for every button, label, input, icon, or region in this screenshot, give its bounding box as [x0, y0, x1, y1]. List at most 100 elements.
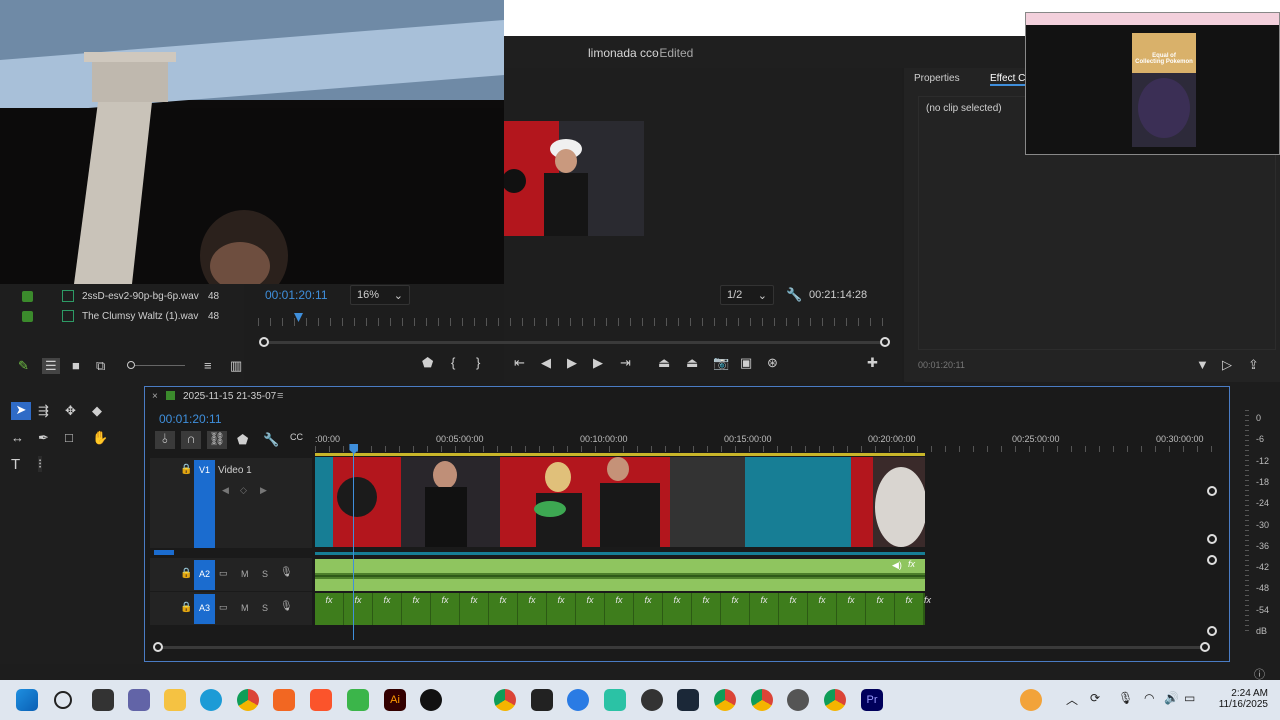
source-patch-v1[interactable] [154, 550, 174, 555]
list-view-icon[interactable]: ☰ [42, 358, 60, 374]
vertical-scroll-handle[interactable] [1207, 486, 1217, 496]
mute-button-a2[interactable]: M [241, 569, 249, 579]
chrome-icon[interactable] [237, 689, 259, 711]
linked-selection-icon[interactable]: ⛓ [207, 431, 227, 449]
bin-item[interactable]: The Clumsy Waltz (1).wav 48 [18, 308, 238, 326]
zoom-slider-handle[interactable] [127, 361, 135, 369]
sync-icon[interactable]: ⟳ [1090, 691, 1100, 705]
timeline-settings-wrench-icon[interactable]: 🔧 [263, 432, 279, 448]
battery-icon[interactable]: ▭ [1184, 691, 1195, 705]
edge-icon[interactable] [200, 689, 222, 711]
steam-icon[interactable] [677, 689, 699, 711]
mute-button-a3[interactable]: M [241, 603, 249, 613]
razor-tool-icon[interactable]: ◆ [92, 403, 102, 419]
file-explorer-icon[interactable] [164, 689, 186, 711]
microphone-icon[interactable]: 🎙 [280, 567, 293, 578]
video-clip[interactable] [745, 457, 851, 547]
audio-clip-a3[interactable]: fx [402, 593, 431, 625]
audio-clip-a3[interactable]: fx [460, 593, 489, 625]
timeline-marker-icon[interactable]: ⬟ [237, 432, 248, 448]
icon-view-icon[interactable]: ■ [72, 358, 80, 373]
lift-icon[interactable]: ⏏ [658, 355, 670, 371]
prev-keyframe-icon[interactable]: ◀ [222, 485, 229, 496]
audio-clip-a3[interactable]: fx [779, 593, 808, 625]
solo-button-a2[interactable]: S [262, 569, 268, 579]
obs-icon[interactable] [641, 689, 663, 711]
pen-tool-icon[interactable]: ✒ [38, 430, 49, 446]
caption-tool-icon[interactable]: ⁝ [38, 456, 43, 472]
zoom-slider-track[interactable] [135, 365, 185, 366]
app-icon-triangle[interactable] [531, 689, 553, 711]
label-color-swatch[interactable] [22, 291, 33, 302]
go-to-out-icon[interactable]: ⇥ [620, 355, 631, 371]
sequence-tab-name[interactable]: 2025-11-15 21-35-07 [183, 391, 276, 402]
chrome-profile-icon[interactable] [824, 689, 846, 711]
snap-magnet-icon[interactable]: ∩ [181, 431, 201, 449]
windows-start-icon[interactable] [16, 689, 38, 711]
pip-window[interactable]: Equal of Collecting Pokemon [1025, 12, 1280, 155]
playback-audio-icon[interactable]: ▷ [1222, 357, 1232, 373]
brave-icon[interactable] [310, 689, 332, 711]
panel-menu-icon[interactable]: ≡ [277, 390, 283, 402]
track-output-icon[interactable]: ▭ [219, 568, 228, 579]
weather-icon[interactable] [1020, 689, 1042, 711]
chrome-profile-icon[interactable] [751, 689, 773, 711]
scrollbar-handle-right[interactable] [1200, 642, 1210, 652]
audio-clip-a3[interactable]: fx [692, 593, 721, 625]
app-icon-a[interactable] [567, 689, 589, 711]
hand-tool-icon[interactable]: ✋ [92, 430, 108, 446]
audio-clip-a3[interactable]: fx [518, 593, 547, 625]
audio-clip-a2[interactable] [315, 559, 925, 591]
audio-clip-a3[interactable]: fx [373, 593, 402, 625]
app-icon-orange[interactable] [273, 689, 295, 711]
work-area-bar[interactable] [315, 453, 925, 456]
track-output-icon[interactable]: ▭ [219, 602, 228, 613]
track-select-tool-icon[interactable]: ⇶ [38, 403, 49, 419]
export-icon[interactable]: ⇪ [1248, 357, 1259, 373]
step-back-icon[interactable]: ◀ [541, 355, 551, 371]
timeline-playhead[interactable] [353, 445, 355, 640]
timeline-horizontal-scrollbar[interactable] [158, 646, 1208, 649]
video-clip[interactable] [851, 457, 925, 547]
audio-clip-a3[interactable]: fx [344, 593, 373, 625]
go-to-in-icon[interactable]: ⇤ [514, 355, 525, 371]
audio-clip-a3[interactable]: fx [547, 593, 576, 625]
label-color-swatch[interactable] [22, 311, 33, 322]
audio-clip-a3[interactable]: fx [315, 593, 344, 625]
vertical-scroll-handle[interactable] [1207, 555, 1217, 565]
type-tool-icon[interactable]: T [11, 456, 20, 473]
audio-clip-a3[interactable]: fx [808, 593, 837, 625]
lock-icon[interactable]: 🔒 [180, 464, 192, 475]
lock-icon[interactable]: 🔒 [180, 568, 192, 579]
selection-tool-icon[interactable]: ➤ [11, 402, 31, 420]
ripple-edit-tool-icon[interactable]: ✥ [65, 403, 76, 419]
app-icon-dark[interactable] [420, 689, 442, 711]
audio-clip-a3[interactable]: fx [634, 593, 663, 625]
camera-icon[interactable]: 📷 [713, 355, 729, 371]
wrench-icon[interactable]: 🔧 [786, 287, 802, 303]
timeline-ruler-ticks[interactable] [315, 446, 1215, 452]
next-keyframe-icon[interactable]: ▶ [260, 485, 267, 496]
extract-icon[interactable]: ⏏ [686, 355, 698, 371]
scrollbar-handle-left[interactable] [153, 642, 163, 652]
chrome-profile-icon[interactable] [494, 689, 516, 711]
sort-icon[interactable]: ≡ [204, 358, 212, 373]
mark-out-icon[interactable]: } [476, 355, 480, 370]
audio-clip-a3[interactable]: fx [605, 593, 634, 625]
rectangle-tool-icon[interactable]: □ [65, 430, 73, 445]
audio-clip-a3[interactable]: fx [866, 593, 895, 625]
audio-clip-a3[interactable]: fx [837, 593, 866, 625]
teams-icon[interactable] [128, 689, 150, 711]
microphone-tray-icon[interactable]: 🎙 [1118, 691, 1133, 705]
lock-icon[interactable]: 🔒 [180, 602, 192, 613]
audio-clip-a3[interactable]: fx [750, 593, 779, 625]
app-icon-teal[interactable] [604, 689, 626, 711]
track-target-a3[interactable]: A3 [194, 594, 215, 624]
zoom-bar-handle-right[interactable] [880, 337, 890, 347]
nest-icon[interactable]: ⫰ [155, 431, 175, 449]
zoom-select[interactable]: 16% ⌄ [350, 285, 410, 305]
taskbar-clock[interactable]: 2:24 AM 11/16/2025 [1212, 688, 1268, 710]
task-view-icon[interactable] [92, 689, 114, 711]
filter-icon[interactable]: ▼ [1196, 357, 1209, 372]
tab-properties[interactable]: Properties [914, 73, 960, 84]
